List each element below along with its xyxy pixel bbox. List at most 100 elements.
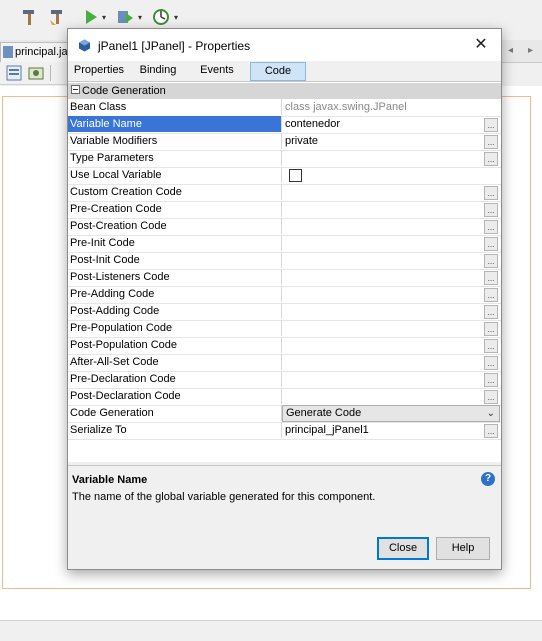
ellipsis-button[interactable]: ...	[484, 322, 498, 336]
property-value[interactable]	[285, 337, 481, 353]
close-icon[interactable]: ✕	[461, 29, 501, 61]
property-name: Post-Declaration Code	[68, 388, 282, 404]
tab-code[interactable]: Code	[250, 62, 306, 81]
property-value[interactable]: private	[285, 133, 481, 149]
scroll-left-icon[interactable]: ◂	[508, 45, 513, 56]
ellipsis-button[interactable]: ...	[484, 424, 498, 438]
property-row-use-local-variable[interactable]: Use Local Variable	[68, 167, 501, 185]
ellipsis-button[interactable]: ...	[484, 237, 498, 251]
property-row-pre-init-code[interactable]: Pre-Init Code ...	[68, 235, 501, 253]
property-row-variable-name[interactable]: Variable Name contenedor ...	[68, 116, 501, 134]
properties-dialog: jPanel1 [JPanel] - Properties ✕ Properti…	[67, 28, 502, 570]
property-name: Pre-Init Code	[68, 235, 282, 251]
ellipsis-button[interactable]: ...	[484, 390, 498, 404]
property-row-pre-creation-code[interactable]: Pre-Creation Code ...	[68, 201, 501, 219]
property-row-post-population-code[interactable]: Post-Population Code ...	[68, 337, 501, 355]
ellipsis-button[interactable]: ...	[484, 288, 498, 302]
property-value[interactable]	[285, 371, 481, 387]
tab-binding[interactable]: Binding	[133, 62, 183, 79]
property-name: Pre-Adding Code	[68, 286, 282, 302]
property-value[interactable]	[285, 252, 481, 268]
close-button[interactable]: Close	[377, 537, 429, 560]
property-row-post-creation-code[interactable]: Post-Creation Code ...	[68, 218, 501, 236]
section-code-generation[interactable]: Code Generation	[68, 83, 501, 99]
debug-dropdown-icon[interactable]: ▾	[138, 13, 142, 22]
clean-build-icon[interactable]	[48, 8, 66, 26]
help-icon[interactable]: ?	[481, 472, 495, 486]
ellipsis-button[interactable]: ...	[484, 152, 498, 166]
source-view-icon[interactable]	[6, 65, 22, 81]
java-file-icon	[3, 46, 13, 59]
property-value[interactable]: contenedor	[285, 116, 481, 132]
property-row-type-parameters[interactable]: Type Parameters ...	[68, 150, 501, 168]
hammer-icon[interactable]	[20, 8, 38, 26]
property-value[interactable]	[285, 184, 481, 200]
ellipsis-button[interactable]: ...	[484, 118, 498, 132]
property-value[interactable]	[285, 235, 481, 251]
property-name: Post-Listeners Code	[68, 269, 282, 285]
property-value[interactable]: principal_jPanel1	[285, 422, 481, 438]
dialog-tabs: Properties Binding Events Code	[68, 61, 501, 81]
tab-events[interactable]: Events	[192, 62, 242, 79]
ellipsis-button[interactable]: ...	[484, 254, 498, 268]
property-value[interactable]	[285, 388, 481, 404]
ellipsis-button[interactable]: ...	[484, 135, 498, 149]
property-value[interactable]	[285, 354, 481, 370]
ellipsis-button[interactable]: ...	[484, 305, 498, 319]
scroll-right-icon[interactable]: ▸	[528, 45, 533, 56]
editor-tab-principal[interactable]: principal.java	[0, 42, 72, 63]
property-row-post-adding-code[interactable]: Post-Adding Code ...	[68, 303, 501, 321]
property-name: Custom Creation Code	[68, 184, 282, 200]
status-bar	[0, 620, 542, 641]
property-value[interactable]	[285, 320, 481, 336]
property-name: Variable Name	[68, 116, 282, 132]
ellipsis-button[interactable]: ...	[484, 356, 498, 370]
property-value[interactable]	[285, 286, 481, 302]
property-name: Code Generation	[68, 405, 282, 421]
description-text: The name of the global variable generate…	[72, 491, 376, 503]
run-icon[interactable]	[82, 8, 100, 26]
property-row-bean-class[interactable]: Bean Class class javax.swing.JPanel	[68, 99, 501, 117]
profile-icon[interactable]	[152, 8, 170, 26]
help-button[interactable]: Help	[436, 537, 490, 560]
ellipsis-button[interactable]: ...	[484, 339, 498, 353]
run-dropdown-icon[interactable]: ▾	[102, 13, 106, 22]
property-name: Pre-Population Code	[68, 320, 282, 336]
ellipsis-button[interactable]: ...	[484, 186, 498, 200]
property-row-pre-declaration-code[interactable]: Pre-Declaration Code ...	[68, 371, 501, 389]
property-name: Post-Population Code	[68, 337, 282, 353]
property-value[interactable]	[285, 303, 481, 319]
property-name: Bean Class	[68, 99, 282, 115]
property-value[interactable]	[285, 150, 481, 166]
property-row-pre-population-code[interactable]: Pre-Population Code ...	[68, 320, 501, 338]
collapse-icon[interactable]	[71, 85, 80, 94]
property-row-pre-adding-code[interactable]: Pre-Adding Code ...	[68, 286, 501, 304]
property-row-variable-modifiers[interactable]: Variable Modifiers private ...	[68, 133, 501, 151]
tab-properties[interactable]: Properties	[73, 62, 125, 79]
property-row-custom-creation-code[interactable]: Custom Creation Code ...	[68, 184, 501, 202]
ellipsis-button[interactable]: ...	[484, 373, 498, 387]
code-generation-select[interactable]: Generate Code ⌄	[282, 405, 500, 422]
ellipsis-button[interactable]: ...	[484, 271, 498, 285]
property-row-post-init-code[interactable]: Post-Init Code ...	[68, 252, 501, 270]
property-name: Post-Adding Code	[68, 303, 282, 319]
netbeans-cube-icon	[79, 39, 90, 52]
use-local-variable-checkbox[interactable]	[289, 169, 302, 182]
property-row-post-declaration-code[interactable]: Post-Declaration Code ...	[68, 388, 501, 406]
property-value[interactable]	[285, 218, 481, 234]
preview-icon[interactable]	[28, 65, 44, 81]
property-name: Use Local Variable	[68, 167, 282, 183]
dialog-titlebar[interactable]: jPanel1 [JPanel] - Properties ✕	[68, 29, 501, 61]
property-name: Serialize To	[68, 422, 282, 438]
property-row-after-all-set-code[interactable]: After-All-Set Code ...	[68, 354, 501, 372]
ellipsis-button[interactable]: ...	[484, 203, 498, 217]
ellipsis-button[interactable]: ...	[484, 220, 498, 234]
property-row-code-generation[interactable]: Code Generation Generate Code ⌄	[68, 405, 501, 423]
property-value[interactable]	[285, 269, 481, 285]
property-value[interactable]	[285, 201, 481, 217]
profile-dropdown-icon[interactable]: ▾	[174, 13, 178, 22]
property-row-post-listeners-code[interactable]: Post-Listeners Code ...	[68, 269, 501, 287]
property-row-serialize-to[interactable]: Serialize To principal_jPanel1 ...	[68, 422, 501, 440]
chevron-down-icon: ⌄	[486, 408, 495, 419]
debug-icon[interactable]	[116, 8, 134, 26]
